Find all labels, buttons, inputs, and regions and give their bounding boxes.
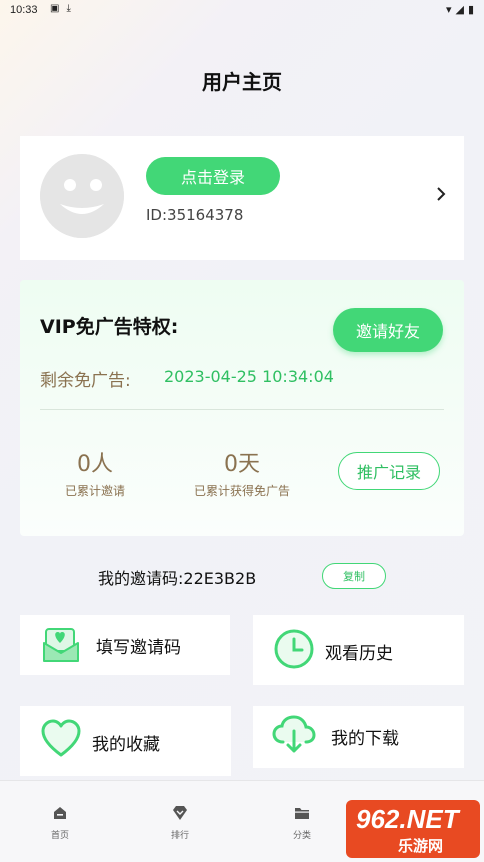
tile-favorites[interactable]: 我的收藏 <box>20 706 231 776</box>
nav-home[interactable]: 首页 <box>30 805 90 841</box>
cloud-download-icon <box>272 715 316 753</box>
envelope-heart-icon <box>43 628 79 662</box>
profile-card[interactable]: 点击登录 ID:35164378 <box>20 136 464 260</box>
tile-downloads-label: 我的下载 <box>331 729 399 749</box>
remain-label: 剩余免广告: <box>40 371 131 391</box>
copy-button[interactable]: 复制 <box>322 563 386 589</box>
ad-free-days-value: 0天 <box>224 452 260 477</box>
tile-favorites-label: 我的收藏 <box>92 735 160 755</box>
invite-friends-button[interactable]: 邀请好友 <box>333 308 443 352</box>
avatar[interactable] <box>40 154 124 238</box>
notification-icons: ▣ ⤓ <box>50 3 71 14</box>
promo-records-button[interactable]: 推广记录 <box>338 452 440 490</box>
status-time: 10:33 <box>10 4 38 16</box>
ad-free-days-label: 已累计获得免广告 <box>193 484 290 498</box>
battery-icon: ▮ <box>467 4 474 16</box>
folder-icon <box>295 808 309 819</box>
nav-category-label: 分类 <box>292 831 311 841</box>
download-notification-icon: ⤓ <box>66 3 71 14</box>
invite-code: 我的邀请码:22E3B2B <box>98 569 257 588</box>
login-button[interactable]: 点击登录 <box>146 157 280 195</box>
tile-watch-history-label: 观看历史 <box>325 644 393 664</box>
vip-card: VIP免广告特权: 邀请好友 剩余免广告: 2023-04-25 10:34:0… <box>20 280 464 536</box>
wifi-icon: ▾ <box>445 4 452 16</box>
divider <box>40 409 444 410</box>
invited-count-stat: 0人 已累计邀请 <box>50 446 140 499</box>
status-bar: 10:33 ▣ ⤓ ▾ ◢ ▮ <box>0 0 484 22</box>
nav-home-label: 首页 <box>50 831 69 841</box>
signal-icon: ◢ <box>455 4 464 16</box>
ad-free-days-stat: 0天 已累计获得免广告 <box>180 446 304 499</box>
tile-downloads[interactable]: 我的下载 <box>253 706 464 768</box>
tile-fill-invite-code[interactable]: 填写邀请码 <box>20 615 230 675</box>
clock-icon <box>274 629 314 669</box>
image-notification-icon: ▣ <box>50 3 60 14</box>
nav-rank-label: 排行 <box>170 831 189 841</box>
tile-fill-invite-code-label: 填写邀请码 <box>96 638 181 658</box>
vip-title: VIP免广告特权: <box>40 316 179 338</box>
system-icons: ▾ ◢ ▮ <box>446 3 474 16</box>
page-title: 用户主页 <box>202 70 282 94</box>
invited-count-label: 已累计邀请 <box>64 484 125 498</box>
chevron-right-icon[interactable] <box>436 186 446 205</box>
tile-watch-history[interactable]: 观看历史 <box>253 615 464 685</box>
watermark-sub: 乐游网 <box>398 838 444 855</box>
heart-icon <box>41 719 81 757</box>
user-id: ID:35164378 <box>146 206 244 224</box>
rank-icon <box>173 806 187 820</box>
nav-rank[interactable]: 排行 <box>150 805 210 841</box>
site-watermark: 962.NET 乐游网 <box>346 800 480 858</box>
home-icon <box>54 807 66 819</box>
nav-category[interactable]: 分类 <box>272 805 332 841</box>
invited-count-value: 0人 <box>77 452 113 477</box>
remain-value: 2023-04-25 10:34:04 <box>164 367 334 386</box>
smiley-face-icon <box>40 154 124 238</box>
watermark-brand: 962.NET <box>356 804 459 834</box>
